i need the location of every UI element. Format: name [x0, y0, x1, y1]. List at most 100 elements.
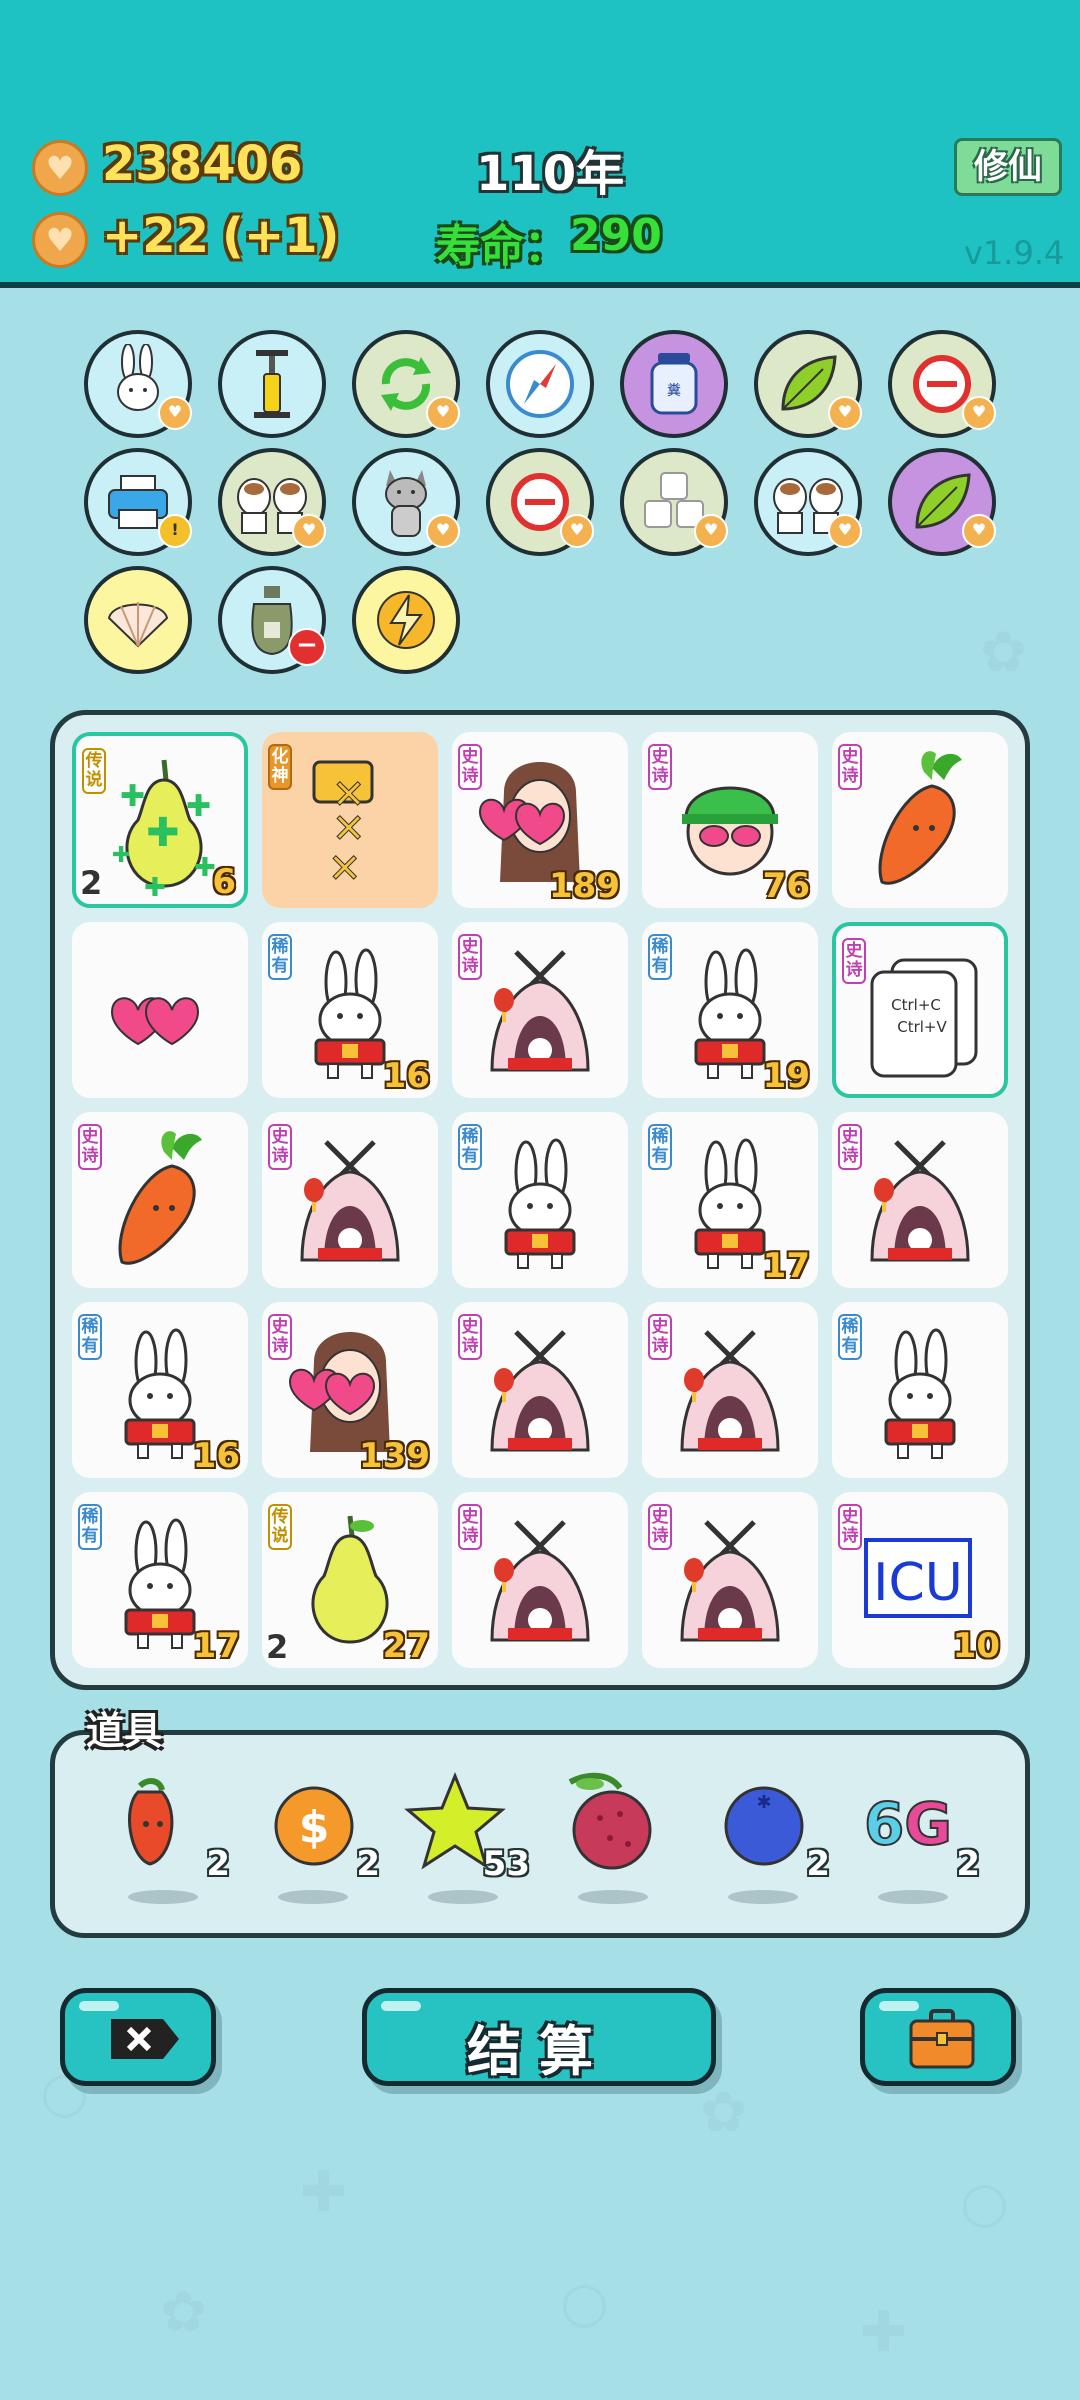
board-cell-rabbit[interactable]: 稀有: [832, 1302, 1008, 1478]
cell-count: 16: [192, 1436, 240, 1476]
ctrl-v-label: Ctrl+V: [897, 1018, 947, 1036]
bag-button[interactable]: [860, 1988, 1016, 2086]
rarity-badge: 史诗: [458, 744, 482, 790]
refresh-icon[interactable]: ♥: [352, 330, 460, 438]
svg-text:✚: ✚: [186, 789, 211, 824]
board-cell-rabbit[interactable]: 稀有 16: [72, 1302, 248, 1478]
svg-text:$: $: [299, 1802, 330, 1853]
6g-label-6: 6: [863, 1789, 905, 1859]
settle-button[interactable]: 结算: [362, 1988, 716, 2086]
board-cell-pear[interactable]: 传说 2 27: [262, 1492, 438, 1668]
printer-icon[interactable]: !: [84, 448, 192, 556]
board-cell-carrot[interactable]: 史诗: [832, 732, 1008, 908]
svg-text:✕: ✕: [328, 846, 362, 892]
props-title: 道具: [86, 1709, 163, 1753]
board-cell-ctrlcv[interactable]: Ctrl+C Ctrl+V 史诗: [832, 922, 1008, 1098]
income-per-year: +22: [102, 208, 210, 264]
rarity-badge: 传说: [268, 1504, 292, 1550]
cell-count: 27: [382, 1626, 430, 1666]
rarity-badge: 稀有: [78, 1314, 102, 1360]
rarity-badge: 史诗: [648, 744, 672, 790]
chili-icon[interactable]: 2: [100, 1768, 230, 1904]
lychee-icon[interactable]: [550, 1768, 680, 1904]
rarity-badge: 史诗: [838, 744, 862, 790]
cell-count: 17: [762, 1246, 810, 1286]
rarity-badge: 史诗: [458, 1504, 482, 1550]
top-status-bar: 238406 +22 (+1) 110年 寿命： 290 修仙 v1.9.4: [0, 0, 1080, 288]
board-cell-tent[interactable]: 史诗: [642, 1492, 818, 1668]
board-cell-green-hat-face[interactable]: 史诗 76: [642, 732, 818, 908]
rarity-badge: 稀有: [458, 1124, 482, 1170]
svg-text:✚: ✚: [144, 873, 166, 903]
board-cell-rabbit[interactable]: 稀有 16: [262, 922, 438, 1098]
rarity-badge: 稀有: [648, 934, 672, 980]
svg-text:✚: ✚: [112, 843, 130, 868]
rarity-badge: 史诗: [838, 1504, 862, 1550]
board-cell-rabbit[interactable]: 稀有: [452, 1112, 628, 1288]
board-cell-tent[interactable]: 史诗: [452, 1302, 628, 1478]
coin-total: 238406: [102, 136, 303, 192]
prop-count: 2: [806, 1844, 830, 1884]
board-cell-girl-hearts[interactable]: 史诗 139: [262, 1302, 438, 1478]
dollar-coin-icon[interactable]: $ 2: [250, 1768, 380, 1904]
minus-circle-icon[interactable]: ♥: [486, 448, 594, 556]
rabbit-icon[interactable]: ♥: [84, 330, 192, 438]
prop-count: 2: [956, 1844, 980, 1884]
board-cell-hearts[interactable]: [72, 922, 248, 1098]
husky-icon[interactable]: ♥: [352, 448, 460, 556]
rarity-badge: 史诗: [838, 1124, 862, 1170]
sack-icon[interactable]: −: [218, 566, 326, 674]
board-cell-tent[interactable]: 史诗: [642, 1302, 818, 1478]
cell-level: 2: [80, 864, 103, 902]
leaf-icon[interactable]: ♥: [888, 448, 996, 556]
board-cell-carrot[interactable]: 史诗: [72, 1112, 248, 1288]
leaf-icon[interactable]: ♥: [754, 330, 862, 438]
cell-count: 19: [762, 1056, 810, 1096]
board-cell-tent[interactable]: 史诗: [452, 1492, 628, 1668]
prop-count: 53: [482, 1844, 530, 1884]
rarity-badge: 稀有: [268, 934, 292, 980]
prop-count: 2: [356, 1844, 380, 1884]
svg-text:✚: ✚: [146, 810, 180, 856]
svg-text:✱: ✱: [756, 1792, 771, 1813]
lightning-icon[interactable]: [352, 566, 460, 674]
cubes-icon[interactable]: ♥: [620, 448, 728, 556]
prop-count: 2: [206, 1844, 230, 1884]
board-cell-rabbit[interactable]: 稀有 17: [642, 1112, 818, 1288]
rarity-badge: 史诗: [458, 934, 482, 980]
rarity-badge: 化神: [268, 744, 292, 790]
heart-coin-icon: [32, 140, 88, 196]
star-icon[interactable]: 53: [400, 1768, 530, 1904]
board-cell-icu[interactable]: ICU 史诗 10: [832, 1492, 1008, 1668]
rarity-badge: 稀有: [838, 1314, 862, 1360]
board-cell-girl-hearts[interactable]: 史诗 189: [452, 732, 628, 908]
6g-icon[interactable]: 6G 2: [850, 1768, 980, 1904]
blueberry-icon[interactable]: ✱ 2: [700, 1768, 830, 1904]
board-cell-pear-sparkle[interactable]: ✚ ✚ ✚ ✚ ✚ ✚ 传说 2 6: [72, 732, 248, 908]
cell-level: 2: [266, 1628, 289, 1666]
air-pump-icon[interactable]: [218, 330, 326, 438]
rarity-badge: 史诗: [458, 1314, 482, 1360]
cell-count: 139: [359, 1436, 430, 1476]
board-cell-golden-slide[interactable]: ✕ ✕ ✕ 化神: [262, 732, 438, 908]
version-label: v1.9.4: [964, 234, 1065, 272]
compass-icon[interactable]: [486, 330, 594, 438]
rarity-badge: 史诗: [268, 1314, 292, 1360]
year-counter: 110年: [476, 146, 625, 202]
two-cows-icon[interactable]: ♥: [218, 448, 326, 556]
board-cell-tent[interactable]: 史诗: [452, 922, 628, 1098]
xiuxian-button[interactable]: 修仙: [954, 138, 1062, 196]
two-cows-icon[interactable]: ♥: [754, 448, 862, 556]
quit-button[interactable]: [60, 1988, 216, 2086]
shell-icon[interactable]: [84, 566, 192, 674]
board-cell-rabbit[interactable]: 稀有 19: [642, 922, 818, 1098]
lifespan-value: 290: [570, 210, 662, 261]
board-cell-tent[interactable]: 史诗: [262, 1112, 438, 1288]
board-cell-tent[interactable]: 史诗: [832, 1112, 1008, 1288]
jar-label: 糞: [667, 383, 681, 399]
board-cell-rabbit[interactable]: 稀有 17: [72, 1492, 248, 1668]
minus-circle-icon[interactable]: ♥: [888, 330, 996, 438]
ctrl-c-label: Ctrl+C: [891, 996, 941, 1014]
rarity-badge: 史诗: [842, 938, 866, 984]
jar-icon[interactable]: 糞: [620, 330, 728, 438]
